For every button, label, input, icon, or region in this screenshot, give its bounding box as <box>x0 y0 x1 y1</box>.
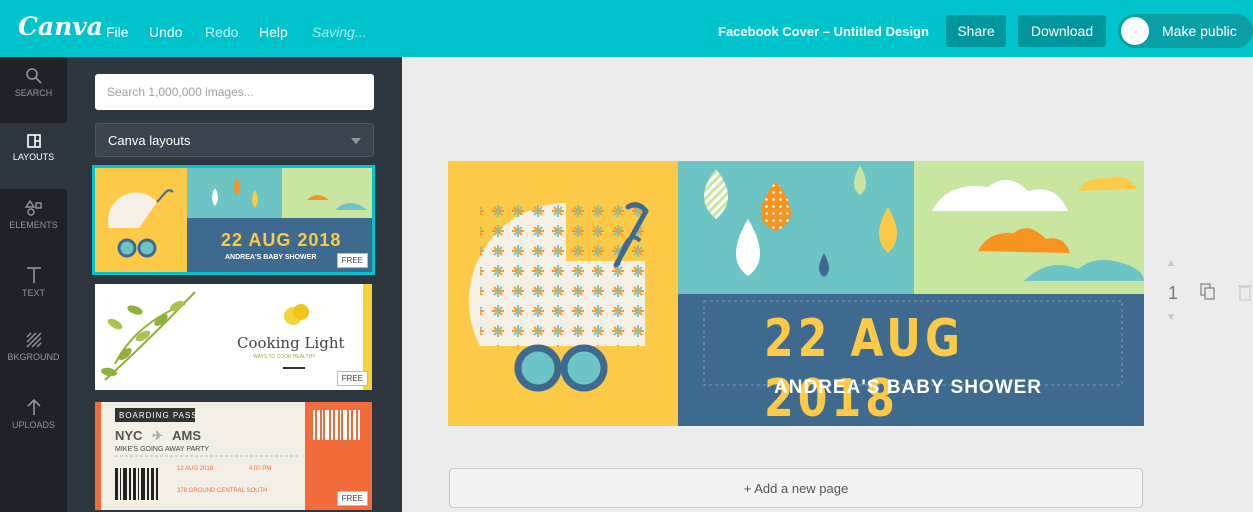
menu-help[interactable]: Help <box>259 24 288 40</box>
thumb3-route-to: AMS <box>172 428 202 443</box>
chevron-down-icon <box>351 138 361 144</box>
plane-icon: ✈ <box>152 428 163 443</box>
add-page-button[interactable]: + Add a new page <box>449 468 1143 508</box>
sidebar-item-uploads[interactable]: UPLOADS <box>0 387 67 453</box>
sidebar-label-uploads: UPLOADS <box>11 420 55 430</box>
background-pattern-icon <box>26 332 41 348</box>
thumb2-title: Cooking Light <box>237 334 345 352</box>
layout-thumbnail-cooking-light[interactable]: Cooking Light WAYS TO COOK HEALTHY FREE <box>95 284 372 390</box>
download-button[interactable]: Download <box>1018 15 1106 47</box>
free-badge: FREE <box>336 491 368 506</box>
copy-page-icon[interactable] <box>1200 283 1216 306</box>
sidebar-item-text[interactable]: TEXT <box>0 255 67 321</box>
sidebar-label-elements: ELEMENTS <box>9 220 58 230</box>
sidebar-item-layouts[interactable]: LAYOUTS <box>0 123 67 189</box>
thumb1-event: ANDREA'S BABY SHOWER <box>225 254 317 261</box>
page-number: 1 <box>1168 283 1179 303</box>
trash-icon[interactable] <box>1238 283 1252 306</box>
move-page-up-icon[interactable]: ▲ <box>1166 258 1176 269</box>
layout-thumbnail-boarding-pass[interactable]: BOARDING PASS NYC ✈ AMS MIKE'S GOING AWA… <box>95 402 372 510</box>
dropdown-selected-value: Canva layouts <box>108 133 191 148</box>
make-public-label: Make public <box>1162 23 1237 39</box>
sidebar-rail: SEARCH LAYOUTS ELEMENTS TEXT BKGROUND UP… <box>0 57 67 512</box>
layouts-icon <box>26 134 41 148</box>
layouts-panel: Canva layouts 22 AUG 2018 ANDREA'S BABY … <box>67 57 402 512</box>
thumb3-time: 4:00 PM <box>249 466 272 472</box>
free-badge: FREE <box>336 371 368 386</box>
save-status: Saving... <box>312 24 367 40</box>
sidebar-item-search[interactable]: SEARCH <box>0 57 67 123</box>
layout-source-dropdown[interactable]: Canva layouts <box>95 123 374 157</box>
thumb3-route-from: NYC <box>115 428 143 443</box>
menu-file[interactable]: File <box>106 24 129 40</box>
layout-thumbnail-baby-shower[interactable]: 22 AUG 2018 ANDREA'S BABY SHOWER FREE <box>92 165 375 275</box>
sidebar-label-search: SEARCH <box>14 88 53 98</box>
make-public-toggle[interactable]: Make public <box>1118 14 1253 48</box>
design-canvas[interactable]: 22 AUG 2018 ANDREA'S BABY SHOWER <box>448 161 1144 429</box>
sidebar-label-layouts: LAYOUTS <box>12 152 55 162</box>
toggle-knob <box>1121 17 1149 45</box>
design-date-text[interactable]: 22 AUG 2018 <box>764 309 1076 429</box>
thumb3-route: NYC ✈ AMS <box>115 428 201 444</box>
thumb1-date: 22 AUG 2018 <box>221 230 342 250</box>
thumb3-party: MIKE'S GOING AWAY PARTY <box>115 446 210 453</box>
design-event-text[interactable]: ANDREA'S BABY SHOWER <box>774 377 1042 399</box>
search-icon <box>25 68 42 84</box>
thumb3-venue: 378 GROUND CENTRAL SOUTH <box>177 488 268 494</box>
text-icon <box>26 267 41 283</box>
shapes-icon <box>24 199 42 216</box>
document-title[interactable]: Facebook Cover – Untitled Design <box>718 24 929 39</box>
sidebar-item-background[interactable]: BKGROUND <box>0 321 67 387</box>
thumb3-label: BOARDING PASS <box>119 411 198 420</box>
sidebar-label-background: BKGROUND <box>7 352 60 362</box>
sidebar-label-text: TEXT <box>21 288 45 298</box>
image-search-input[interactable] <box>95 74 374 110</box>
thumb2-tagline: WAYS TO COOK HEALTHY <box>253 354 316 360</box>
thumb3-date: 12 AUG 2018 <box>177 466 214 472</box>
top-bar: Canva File Undo Redo Help Saving... Face… <box>0 0 1253 57</box>
free-badge: FREE <box>336 253 368 268</box>
canva-logo[interactable]: Canva <box>18 12 103 41</box>
upload-arrow-icon <box>26 398 41 415</box>
menu-undo[interactable]: Undo <box>149 24 182 40</box>
menu-redo[interactable]: Redo <box>205 24 238 40</box>
share-button[interactable]: Share <box>946 15 1006 47</box>
sidebar-item-elements[interactable]: ELEMENTS <box>0 189 67 255</box>
move-page-down-icon[interactable]: ▼ <box>1166 312 1176 323</box>
